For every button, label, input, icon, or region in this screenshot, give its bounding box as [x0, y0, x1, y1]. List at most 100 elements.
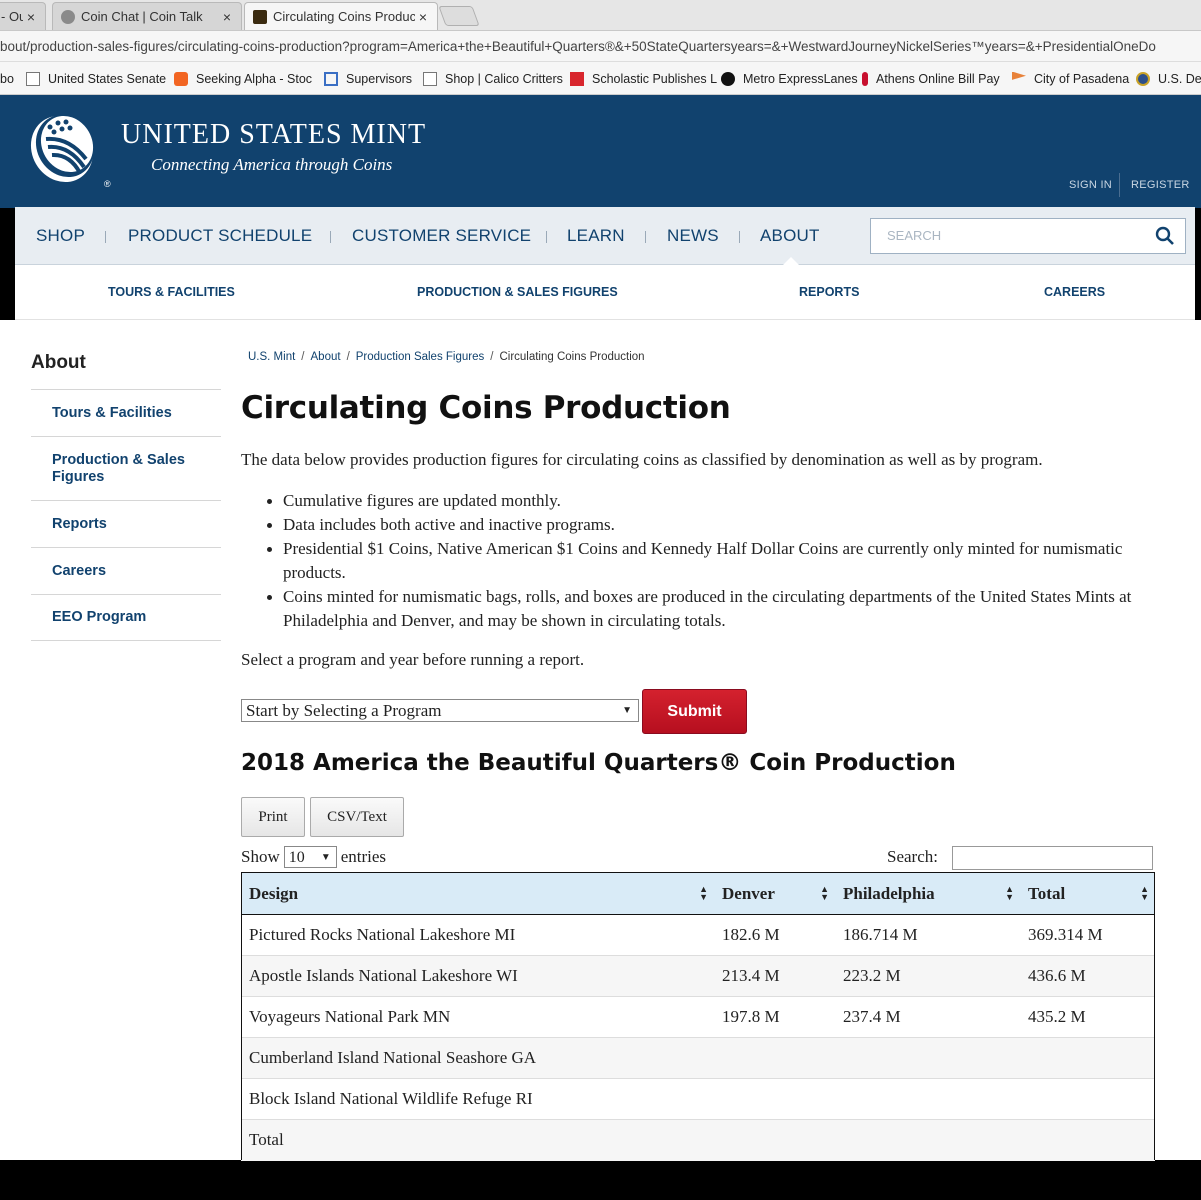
nav-divider: [739, 231, 740, 243]
cell-philadelphia: [835, 1037, 1020, 1079]
bookmark-item[interactable]: Shop | Calico Critters: [423, 62, 563, 94]
bookmark-label: Scholastic Publishes L: [592, 71, 718, 86]
breadcrumb-link[interactable]: U.S. Mint: [248, 351, 295, 363]
bookmark-item[interactable]: U.S. Dep: [1136, 62, 1201, 94]
address-bar[interactable]: bout/production-sales-figures/circulatin…: [0, 31, 1201, 62]
column-header-total[interactable]: Total ▲ ▼: [1020, 872, 1155, 915]
close-icon[interactable]: ×: [23, 9, 39, 25]
bookmark-label: Metro ExpressLanes: [743, 71, 858, 86]
bookmark-item[interactable]: Metro ExpressLanes: [721, 62, 858, 94]
sort-icon: ▲ ▼: [1140, 884, 1149, 902]
tab-coin-talk[interactable]: Coin Chat | Coin Talk ×: [52, 2, 242, 30]
bookmark-label: Shop | Calico Critters: [445, 71, 563, 86]
table-row: Block Island National Wildlife Refuge RI: [241, 1078, 1155, 1120]
sidebar-item-production-sales[interactable]: Production & Sales Figures: [31, 436, 221, 500]
cell-denver: [714, 1078, 835, 1120]
active-nav-caret: [783, 257, 799, 265]
table-row: Cumberland Island National Seashore GA: [241, 1037, 1155, 1079]
nav-product-schedule[interactable]: PRODUCT SCHEDULE: [128, 207, 312, 265]
intro-text: The data below provides production figur…: [241, 450, 1043, 469]
production-table: Design ▲ ▼ Denver ▲ ▼ Philadelphia ▲ ▼ Total ▲ ▼…: [241, 872, 1155, 1161]
cell-denver: 197.8 M: [714, 996, 835, 1038]
nav-customer-service[interactable]: CUSTOMER SERVICE: [352, 207, 531, 265]
alpha-icon: [174, 71, 188, 86]
bookmark-item[interactable]: City of Pasadena: [1012, 62, 1130, 94]
tab-1[interactable]: - Ou ×: [0, 2, 46, 30]
sidebar-item-reports[interactable]: Reports: [31, 500, 221, 547]
bookmark-item[interactable]: Supervisors: [324, 62, 412, 94]
cell-total: [1020, 1037, 1155, 1079]
column-label: Design: [249, 883, 299, 903]
bookmark-label: United States Senate: [48, 71, 167, 86]
csv-button[interactable]: CSV/Text: [310, 797, 404, 837]
print-button[interactable]: Print: [241, 797, 305, 837]
close-icon[interactable]: ×: [415, 9, 431, 25]
sidebar-title: About: [31, 352, 86, 373]
list-item: Coins minted for numismatic bags, rolls,…: [267, 585, 1163, 633]
column-label: Philadelphia: [843, 883, 935, 903]
table-header-row: Design ▲ ▼ Denver ▲ ▼ Philadelphia ▲ ▼ Total ▲ ▼: [241, 872, 1155, 915]
subnav-reports[interactable]: REPORTS: [799, 265, 859, 320]
sort-icon: ▲ ▼: [699, 884, 708, 902]
nav-shop[interactable]: SHOP: [36, 207, 85, 265]
column-header-philadelphia[interactable]: Philadelphia ▲ ▼: [835, 872, 1020, 915]
subnav-careers[interactable]: CAREERS: [1044, 265, 1105, 320]
entries-select[interactable]: 10 ▼: [283, 846, 337, 868]
flag-icon: [1012, 71, 1026, 80]
bookmark-item[interactable]: Seeking Alpha - Stoc: [174, 62, 312, 94]
nav-learn[interactable]: LEARN: [567, 207, 625, 265]
sign-in-link[interactable]: SIGN IN: [1069, 179, 1112, 191]
table-search-label: Search:: [887, 847, 938, 866]
table-row: Voyageurs National Park MN 197.8 M 237.4…: [241, 996, 1155, 1038]
grid-icon: [324, 71, 338, 86]
column-header-denver[interactable]: Denver ▲ ▼: [714, 872, 835, 915]
bookmark-item[interactable]: United States Senate: [26, 62, 167, 94]
cell-design: Block Island National Wildlife Refuge RI: [241, 1078, 714, 1120]
mint-logo-icon[interactable]: [24, 109, 102, 187]
sidebar-item-eeo[interactable]: EEO Program: [31, 594, 221, 641]
cell-total: 435.2 M: [1020, 996, 1155, 1038]
nav-news[interactable]: NEWS: [667, 207, 719, 265]
registered-mark: ®: [104, 179, 111, 189]
bookmark-label: bo: [0, 71, 14, 86]
show-label: Show: [241, 847, 280, 866]
subnav-production-sales[interactable]: PRODUCTION & SALES FIGURES: [417, 265, 618, 320]
bookmark-label: City of Pasadena: [1034, 71, 1130, 86]
column-header-design[interactable]: Design ▲ ▼: [241, 872, 714, 915]
seal-icon: [1136, 71, 1150, 86]
close-icon[interactable]: ×: [219, 9, 235, 25]
table-search-input[interactable]: [952, 846, 1153, 870]
cell-design: Cumberland Island National Seashore GA: [241, 1037, 714, 1079]
bookmark-item[interactable]: Athens Online Bill Pay: [862, 62, 1000, 94]
bookmark-item[interactable]: Scholastic Publishes L: [570, 62, 718, 94]
submit-button[interactable]: Submit: [642, 689, 747, 734]
mint-favicon-icon: [253, 9, 267, 24]
brand-name[interactable]: UNITED STATES MINT: [121, 119, 426, 151]
program-select[interactable]: Start by Selecting a Program ▼: [241, 699, 639, 722]
m-icon: [721, 71, 735, 86]
subnav-tours-facilities[interactable]: TOURS & FACILITIES: [108, 265, 235, 320]
cell-denver: 182.6 M: [714, 914, 835, 956]
cell-philadelphia: 186.714 M: [835, 914, 1020, 956]
cell-philadelphia: 223.2 M: [835, 955, 1020, 997]
register-link[interactable]: REGISTER: [1131, 179, 1190, 191]
site-header: ® UNITED STATES MINT Connecting America …: [0, 95, 1201, 208]
new-tab-button[interactable]: [438, 6, 480, 26]
table-row-total: Total: [241, 1119, 1155, 1161]
tab-circulating-coins[interactable]: Circulating Coins Product ×: [244, 2, 438, 30]
breadcrumb-link[interactable]: Production Sales Figures: [356, 351, 484, 363]
cell-denver: 213.4 M: [714, 955, 835, 997]
sidebar-item-tours[interactable]: Tours & Facilities: [31, 389, 221, 436]
breadcrumb-link[interactable]: About: [311, 351, 341, 363]
cell-denver: [714, 1119, 835, 1161]
sidebar-item-careers[interactable]: Careers: [31, 547, 221, 594]
bookmark-label: Supervisors: [346, 71, 412, 86]
dropdown-arrow-icon: ▼: [622, 705, 632, 716]
cell-total: 369.314 M: [1020, 914, 1155, 956]
site-search-input[interactable]: SEARCH: [870, 218, 1186, 254]
coin-favicon-icon: [61, 9, 75, 24]
bookmark-item[interactable]: bo: [0, 62, 14, 94]
breadcrumb: U.S. Mint / About / Production Sales Figures…: [248, 351, 645, 363]
bookmark-label: U.S. Dep: [1158, 71, 1201, 86]
search-icon[interactable]: [1155, 226, 1175, 246]
